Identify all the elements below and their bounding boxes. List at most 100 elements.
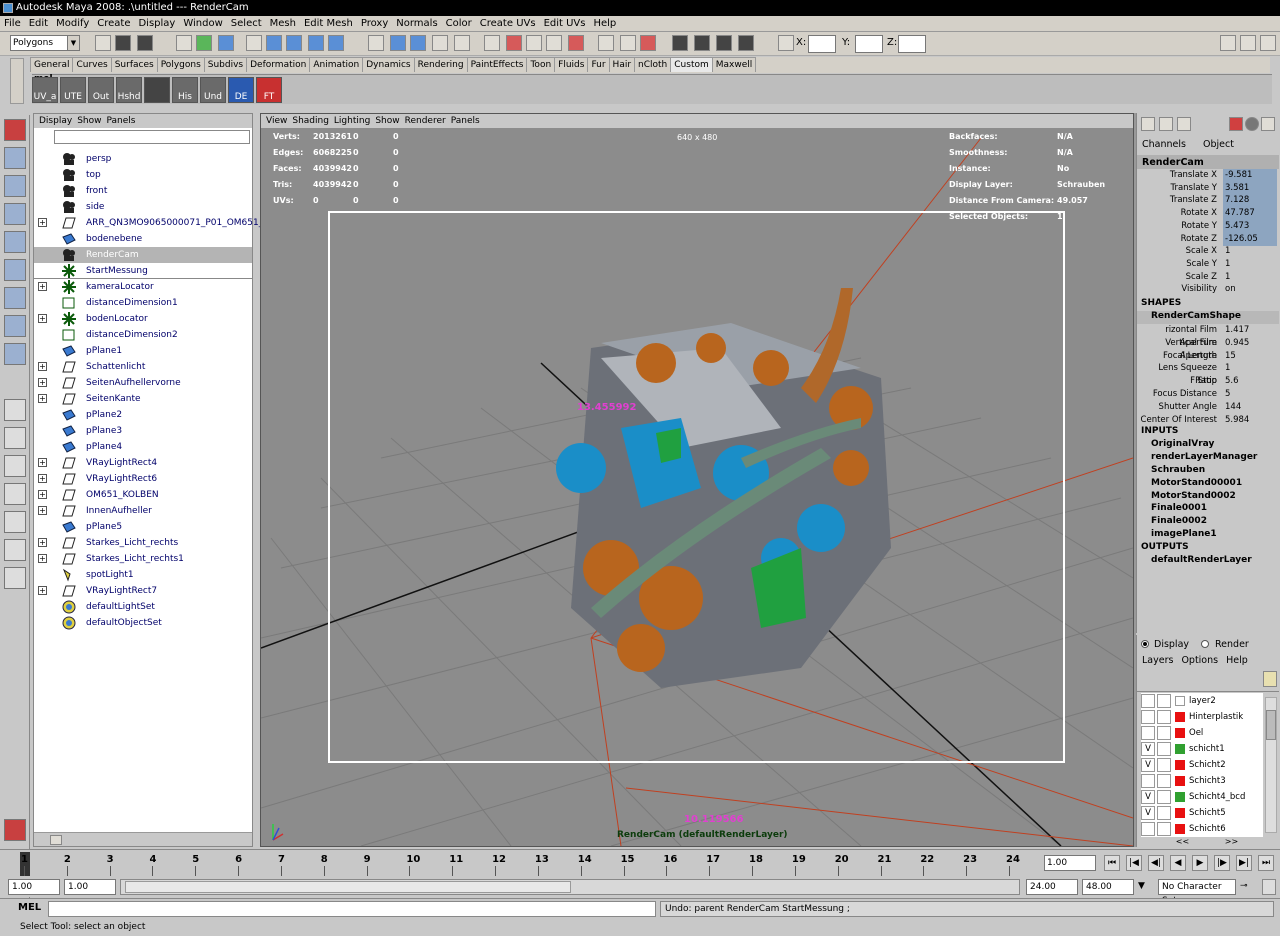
command-language-label[interactable]: MEL	[18, 902, 41, 913]
outliner-item[interactable]: pPlane2	[34, 407, 252, 423]
shelf-button-ft[interactable]: FT	[256, 77, 282, 103]
layer-color-swatch[interactable]	[1175, 824, 1185, 834]
layer-visibility-toggle[interactable]	[1141, 726, 1155, 740]
menu-window[interactable]: Window	[179, 16, 226, 32]
shape-attribute-value[interactable]: 144	[1223, 401, 1277, 414]
playback-start-field[interactable]: 1.00	[64, 879, 116, 895]
layer-row[interactable]: V Schicht2	[1141, 757, 1263, 773]
display-layers-radio[interactable]	[1141, 640, 1149, 648]
shape-attribute[interactable]: Shutter Angle 144	[1137, 401, 1279, 414]
layer-row[interactable]: Oel	[1141, 725, 1263, 741]
outliner-item[interactable]: + bodenLocator	[34, 311, 252, 327]
shape-attribute-value[interactable]: 5	[1223, 388, 1277, 401]
layer-visibility-toggle[interactable]: V	[1141, 758, 1155, 772]
start-time-field[interactable]: 1.00	[8, 879, 60, 895]
shape-attribute[interactable]: Center Of Interest 5.984	[1137, 414, 1279, 427]
outliner-item[interactable]: distanceDimension1	[34, 295, 252, 311]
viewport-menu-lighting[interactable]: Lighting	[334, 116, 370, 126]
outliner-item[interactable]: + VRayLightRect4	[34, 455, 252, 471]
input-node[interactable]: Schrauben	[1151, 465, 1205, 475]
channel-attribute-value[interactable]: 5.473	[1223, 219, 1277, 233]
layer-playback-toggle[interactable]	[1157, 774, 1171, 788]
expand-icon[interactable]: +	[38, 554, 47, 563]
menu-display[interactable]: Display	[134, 16, 179, 32]
input-node[interactable]: MotorStand0002	[1151, 491, 1236, 501]
x-field[interactable]	[808, 35, 836, 53]
render-current-frame-icon[interactable]	[694, 35, 710, 51]
menu-create-uvs[interactable]: Create UVs	[476, 16, 540, 32]
expand-icon[interactable]: +	[38, 474, 47, 483]
show-attribute-editor-icon[interactable]	[1220, 35, 1236, 51]
shelf-tab-general[interactable]: General	[30, 57, 74, 72]
step-forward-frame-icon[interactable]: ▶|	[1236, 855, 1252, 871]
mask-menu-icon[interactable]	[246, 35, 262, 51]
step-back-key-icon[interactable]: ◀|	[1148, 855, 1164, 871]
shelf-tab-rendering[interactable]: Rendering	[413, 57, 468, 72]
channel-attribute[interactable]: Visibility on	[1137, 283, 1279, 296]
shape-attribute[interactable]: rizontal Film Aperture 1.417	[1137, 324, 1279, 348]
shape-attribute-value[interactable]: 5.6	[1223, 375, 1277, 388]
show-channel-box-icon[interactable]	[1260, 35, 1276, 51]
shelf-button-ute[interactable]: UTE	[60, 77, 86, 103]
select-component-icon[interactable]	[218, 35, 234, 51]
layer-playback-toggle[interactable]	[1157, 710, 1171, 724]
viewport-menu-show[interactable]: Show	[375, 116, 399, 126]
layer-color-swatch[interactable]	[1175, 728, 1185, 738]
numeric-input-icon[interactable]	[778, 35, 794, 51]
output-node[interactable]: defaultRenderLayer	[1151, 555, 1252, 565]
input-node[interactable]: OriginalVray	[1151, 439, 1214, 449]
shape-attribute-value[interactable]: 1	[1223, 362, 1277, 375]
outliner-item[interactable]: pPlane1	[34, 343, 252, 359]
snap-grid-icon[interactable]	[484, 35, 500, 51]
render-settings-icon[interactable]	[738, 35, 754, 51]
rotate-tool-icon[interactable]	[4, 231, 26, 253]
viewport-menu-view[interactable]: View	[266, 116, 287, 126]
tab-object[interactable]: Object	[1203, 139, 1234, 150]
animation-preferences-icon[interactable]	[1262, 879, 1276, 895]
single-pane-layout-icon[interactable]	[4, 399, 26, 421]
shape-attribute-value[interactable]: 15	[1223, 350, 1277, 363]
channel-attribute-value[interactable]: 1	[1223, 245, 1277, 258]
lock-selection-icon[interactable]	[432, 35, 448, 51]
outliner-item[interactable]: + SeitenAufhellervorne	[34, 375, 252, 391]
render-view-icon[interactable]	[672, 35, 688, 51]
layer-visibility-toggle[interactable]	[1141, 822, 1155, 836]
layer-color-swatch[interactable]	[1175, 696, 1185, 706]
layer-menu-layers[interactable]: Layers	[1142, 655, 1173, 666]
input-node[interactable]: Finale0002	[1151, 516, 1207, 526]
layer-scroll-arrows[interactable]: << >>	[1157, 837, 1257, 847]
play-forwards-icon[interactable]: ▶	[1192, 855, 1208, 871]
shelf-button-und[interactable]: Und	[200, 77, 226, 103]
channel-attribute[interactable]: Scale Y 1	[1137, 258, 1279, 271]
outliner-menu-show[interactable]: Show	[77, 116, 101, 126]
four-pane-layout-icon[interactable]	[4, 427, 26, 449]
outliner-item[interactable]: pPlane5	[34, 519, 252, 535]
layer-playback-toggle[interactable]	[1157, 822, 1171, 836]
layer-color-swatch[interactable]	[1175, 760, 1185, 770]
shelf-button-out[interactable]: Out	[88, 77, 114, 103]
layer-playback-toggle[interactable]	[1157, 790, 1171, 804]
layer-menu-options[interactable]: Options	[1181, 655, 1218, 666]
layer-color-swatch[interactable]	[1175, 712, 1185, 722]
playback-end-field[interactable]: 24.00	[1026, 879, 1078, 895]
channel-box-mode-icon[interactable]	[1141, 117, 1155, 131]
shelf-tab-fur[interactable]: Fur	[587, 57, 610, 72]
outliner-item[interactable]: side	[34, 199, 252, 215]
shape-attribute[interactable]: Focus Distance 5	[1137, 388, 1279, 401]
pick-deformations-icon[interactable]	[368, 35, 384, 51]
channel-attribute-value[interactable]: 1	[1223, 271, 1277, 284]
layer-visibility-toggle[interactable]	[1141, 774, 1155, 788]
viewport-menu-shading[interactable]: Shading	[292, 116, 329, 126]
input-node[interactable]: renderLayerManager	[1151, 452, 1257, 462]
channel-attribute[interactable]: Translate Z 7.128	[1137, 194, 1279, 208]
input-node[interactable]: Finale0001	[1151, 503, 1207, 513]
save-scene-icon[interactable]	[137, 35, 153, 51]
menu-create[interactable]: Create	[93, 16, 134, 32]
play-backwards-icon[interactable]: ◀	[1170, 855, 1186, 871]
input-node[interactable]: MotorStand00001	[1151, 478, 1242, 488]
outliner-item[interactable]: distanceDimension2	[34, 327, 252, 343]
shape-attribute[interactable]: Lens Squeeze Ratio 1	[1137, 362, 1279, 386]
expand-icon[interactable]: +	[38, 506, 47, 515]
channel-attribute-value[interactable]: -9.581	[1223, 169, 1277, 182]
go-to-end-icon[interactable]: ⏭	[1258, 855, 1274, 871]
